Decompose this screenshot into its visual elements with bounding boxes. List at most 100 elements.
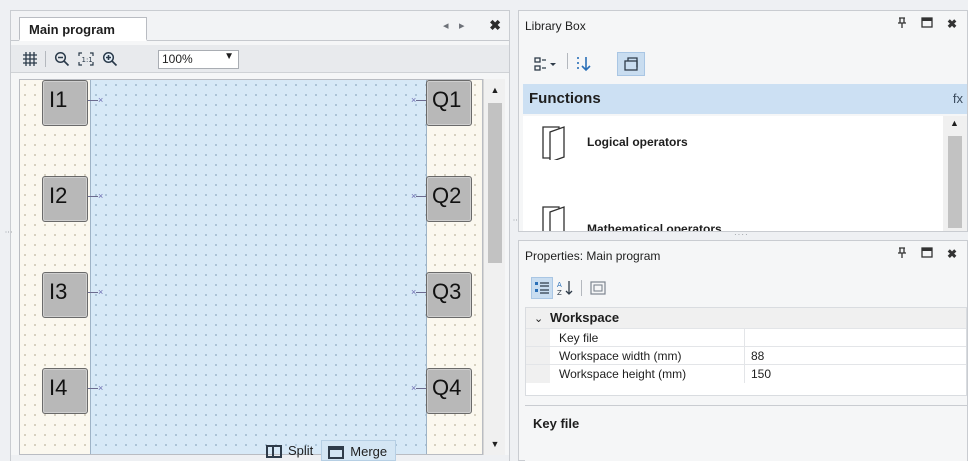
tab-scroll-right-icon[interactable]: ▸ (459, 19, 465, 32)
maximize-icon[interactable] (921, 17, 933, 32)
pin-icon[interactable] (897, 247, 907, 262)
output-block-q3[interactable]: Q3 (426, 272, 472, 318)
input-pin[interactable] (88, 196, 98, 197)
tab-scroll-left-icon[interactable]: ◂ (443, 19, 449, 32)
list-item-label: Logical operators (587, 135, 688, 149)
vertical-splitter[interactable]: ⋮ (512, 10, 521, 461)
pin-icon[interactable] (897, 17, 907, 32)
zoom-out-icon[interactable] (51, 48, 73, 70)
scroll-thumb[interactable] (948, 136, 962, 228)
connector-x-icon: × (98, 95, 104, 105)
description-title: Key file (533, 416, 580, 431)
main-program-pane: Main program ◂ ▸ ✖ 1:1 100% ▼ I1 I2 I3 I… (10, 10, 510, 461)
editor-toolbar: 1:1 100% ▼ (11, 45, 509, 73)
chevron-down-icon[interactable]: ⌄ (534, 312, 550, 325)
property-row-key-file[interactable]: Key file (526, 328, 966, 347)
property-description: Key file (525, 405, 967, 461)
property-row-workspace-width[interactable]: Workspace width (mm) 88 (526, 346, 966, 365)
zoom-in-icon[interactable] (99, 48, 121, 70)
output-block-q2[interactable]: Q2 (426, 176, 472, 222)
property-name: Key file (559, 331, 599, 345)
input-pin[interactable] (88, 388, 98, 389)
output-pin[interactable] (416, 292, 426, 293)
output-pin[interactable] (416, 100, 426, 101)
merge-label: Merge (350, 444, 388, 459)
property-value[interactable] (744, 329, 966, 347)
property-pages-icon[interactable] (587, 277, 609, 299)
category-workspace[interactable]: ⌄ Workspace (526, 308, 966, 328)
view-mode-switch: Split Merge (260, 440, 397, 461)
property-row-workspace-height[interactable]: Workspace height (mm) 150 (526, 364, 966, 383)
input-block-i4[interactable]: I4 (42, 368, 88, 414)
list-item[interactable]: Mathematical operators (541, 204, 722, 231)
property-value[interactable]: 150 (744, 365, 966, 383)
left-edge-grip[interactable]: ⋮ (4, 228, 13, 235)
functions-title: Functions (529, 90, 601, 107)
program-canvas[interactable]: I1 I2 I3 I4 × × × × Q1 Q2 Q3 Q4 × × × × (19, 79, 483, 455)
fx-icon: fx (952, 91, 963, 106)
toolbar-separator (45, 51, 46, 67)
library-scrollbar[interactable]: ▲ (943, 116, 967, 231)
zoom-select[interactable]: 100% ▼ (158, 50, 239, 69)
output-pin[interactable] (416, 388, 426, 389)
scroll-up-icon[interactable]: ▲ (484, 81, 506, 99)
view-options-icon[interactable] (533, 52, 561, 76)
sort-alphabetical-icon[interactable]: AZ (555, 277, 575, 299)
input-pin[interactable] (88, 100, 98, 101)
merge-button[interactable]: Merge (321, 440, 397, 461)
workspace-area[interactable] (90, 80, 427, 454)
scroll-down-icon[interactable]: ▼ (484, 435, 506, 453)
property-grid: ⌄ Workspace Key file Workspace width (mm)… (525, 307, 967, 396)
list-item[interactable]: Logical operators (541, 124, 688, 163)
property-name: Workspace height (mm) (559, 367, 687, 381)
input-block-i3[interactable]: I3 (42, 272, 88, 318)
svg-text:Z: Z (557, 289, 562, 296)
library-view-icon[interactable] (617, 52, 645, 76)
list-item-label: Mathematical operators (587, 222, 722, 231)
connector-x-icon: × (98, 383, 104, 393)
properties-pane: Properties: Main program ✖ AZ ⌄ Workspac… (518, 240, 968, 461)
app-window: Main program ◂ ▸ ✖ 1:1 100% ▼ I1 I2 I3 I… (0, 0, 968, 461)
svg-text:A: A (557, 281, 562, 289)
scroll-thumb[interactable] (488, 103, 502, 263)
property-value[interactable]: 88 (744, 347, 966, 365)
output-block-q4[interactable]: Q4 (426, 368, 472, 414)
connector-x-icon: × (411, 383, 417, 393)
properties-toolbar: AZ (525, 275, 968, 301)
category-label: Workspace (550, 310, 620, 325)
connector-x-icon: × (411, 191, 417, 201)
book-icon (541, 204, 573, 231)
sort-icon[interactable] (573, 52, 595, 76)
close-icon[interactable]: ✖ (947, 17, 957, 32)
property-name: Workspace width (mm) (559, 349, 682, 363)
library-box-pane: Library Box ✖ Functions fx Logical opera… (518, 10, 968, 232)
connector-x-icon: × (98, 191, 104, 201)
tab-main-program[interactable]: Main program (19, 17, 147, 41)
zoom-1to1-icon[interactable]: 1:1 (75, 48, 97, 70)
categorized-icon[interactable] (531, 277, 553, 299)
canvas-vertical-scrollbar[interactable]: ▲ ▼ (483, 79, 505, 455)
split-label: Split (288, 443, 314, 458)
chevron-down-icon[interactable]: ▼ (224, 51, 234, 62)
input-pin[interactable] (88, 292, 98, 293)
zoom-value: 100% (162, 52, 193, 66)
split-button[interactable]: Split (260, 440, 321, 461)
functions-header[interactable]: Functions fx (523, 84, 967, 114)
output-block-q1[interactable]: Q1 (426, 80, 472, 126)
output-pin[interactable] (416, 196, 426, 197)
library-toolbar (519, 49, 967, 77)
input-block-i1[interactable]: I1 (42, 80, 88, 126)
grid-icon[interactable] (19, 48, 41, 70)
maximize-icon[interactable] (921, 247, 933, 262)
connector-x-icon: × (411, 287, 417, 297)
split-view-icon (266, 445, 282, 458)
connector-x-icon: × (411, 95, 417, 105)
close-icon[interactable]: ✖ (947, 247, 957, 262)
horizontal-splitter[interactable]: ···· (734, 230, 749, 239)
svg-text:1:1: 1:1 (82, 56, 93, 64)
input-block-i2[interactable]: I2 (42, 176, 88, 222)
scroll-up-icon[interactable]: ▲ (950, 118, 959, 128)
library-list: Logical operators Mathematical operators (523, 116, 943, 231)
close-tab-icon[interactable]: ✖ (489, 17, 501, 34)
merge-view-icon (328, 446, 345, 459)
